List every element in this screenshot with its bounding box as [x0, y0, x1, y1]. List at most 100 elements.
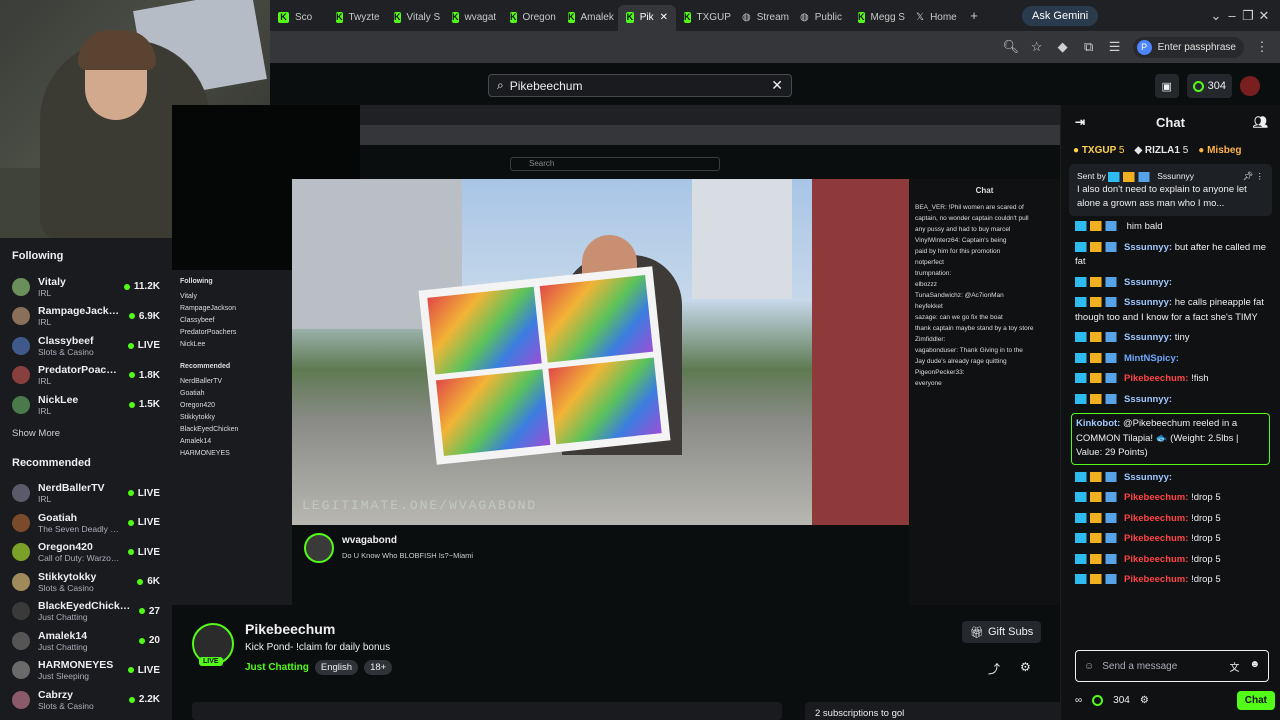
tag-18plus[interactable]: 18+ [364, 660, 393, 675]
chat-username[interactable]: Pikebeechum: [1124, 513, 1188, 524]
user-avatar[interactable] [1240, 76, 1260, 96]
chat-username[interactable]: Pikebeechum: [1124, 492, 1188, 503]
streamer-name[interactable]: Pikebeechum [245, 621, 335, 637]
gift-subs-button[interactable]: 🎁︎ Gift Subs [962, 621, 1042, 643]
bot-message[interactable]: Kinkobot: @Pikebeechum reeled in a COMMO… [1071, 413, 1270, 465]
sidebar-channel[interactable]: Goatiah The Seven Deadly Si... LIVE [12, 508, 160, 538]
gifter-3[interactable]: ● Misbeg [1198, 145, 1241, 156]
browser-tab[interactable]: K Pik ✕ [618, 4, 676, 31]
ask-gemini-button[interactable]: Ask Gemini [1022, 5, 1099, 26]
chat-message[interactable]: Sssunnyy: but after he called me fat [1075, 241, 1270, 270]
tag-english[interactable]: English [314, 660, 359, 675]
sidebar-channel[interactable]: BlackEyedChicken Just Chatting 27 [12, 597, 160, 627]
sidebar-channel[interactable]: RampageJackson IRL 6.9K [12, 302, 160, 332]
chat-username[interactable]: Sssunnyy: [1124, 297, 1172, 308]
chat-username[interactable]: Pikebeechum: [1124, 554, 1188, 565]
browser-tab[interactable]: K Megg S [850, 5, 908, 31]
chat-settings-icon[interactable]: ⚙ [1140, 695, 1149, 706]
chat-message[interactable]: Sssunnyy: he calls pineapple fat though … [1075, 296, 1270, 325]
chat-message[interactable]: Sssunnyy: [1075, 393, 1270, 408]
sidebar-channel[interactable]: SoulTravels57 [12, 715, 160, 720]
chat-username[interactable]: Sssunnyy: [1124, 332, 1172, 343]
chat-username[interactable]: Sssunnyy: [1124, 472, 1172, 483]
sidebar-channel[interactable]: Oregon420 Call of Duty: Warzone LIVE [12, 538, 160, 568]
gifter-1[interactable]: ● TXGUP 5 [1073, 145, 1124, 156]
browser-tab[interactable]: ◍ Stream [734, 5, 792, 31]
video-player[interactable]: Search Following Vitaly RampageJackson C… [172, 105, 1060, 605]
emoji-icon[interactable]: ☻ [1249, 659, 1260, 674]
chat-message[interactable]: him bald [1075, 220, 1270, 235]
extension-icon[interactable]: ◆ [1055, 39, 1071, 55]
chat-username[interactable]: Sssunnyy: [1124, 277, 1172, 288]
bookmark-star-icon[interactable]: ☆ [1029, 39, 1045, 55]
sidebar-channel[interactable]: NickLee IRL 1.5K [12, 390, 160, 420]
show-more-link[interactable]: Show More [12, 428, 160, 439]
chat-username[interactable]: MintNSpicy: [1124, 353, 1179, 364]
chat-input[interactable]: ☺ Send a message 文 ☻ [1075, 650, 1269, 682]
browser-tab[interactable]: K Twyzte [328, 5, 386, 31]
chat-message[interactable]: Sssunnyy: tiny [1075, 331, 1270, 346]
infinity-icon[interactable]: ∞ [1075, 695, 1082, 706]
maximize-icon[interactable]: ❐ [1240, 8, 1256, 24]
chat-username[interactable]: Kinkobot: [1076, 418, 1120, 429]
kick-favicon-icon: K [336, 12, 343, 23]
clear-search-icon[interactable]: ✕ [771, 77, 783, 94]
library-icon[interactable]: ▣ [1154, 74, 1179, 98]
chat-username[interactable]: Sssunnyy: [1124, 242, 1172, 253]
browser-tab[interactable]: Kwvagat [444, 5, 502, 31]
new-tab-icon[interactable]: + [966, 8, 982, 24]
collapse-chat-icon[interactable]: ⇥ [1075, 115, 1085, 129]
gifter-2[interactable]: ◆ RIZLA1 5 [1134, 145, 1188, 156]
browser-tab[interactable]: K Amalek [560, 5, 618, 31]
kick-coins-button[interactable]: 304 [1186, 74, 1232, 98]
chat-username[interactable]: Pikebeechum: [1124, 533, 1188, 544]
chat-message[interactable]: Pikebeechum: !fish [1075, 372, 1270, 387]
search-bar[interactable]: ⌕ Pikebeechum ✕ [488, 74, 792, 97]
sidebar-channel[interactable]: NerdBallerTV IRL LIVE [12, 479, 160, 509]
browser-tab[interactable]: K Sco [270, 5, 328, 31]
chat-message[interactable]: MintNSpicy: [1075, 352, 1270, 367]
pinned-message[interactable]: Sent by Sssunnyy 📌︎ ⋮ I also don't need … [1069, 164, 1272, 216]
sidebar-channel[interactable]: Classybeef Slots & Casino LIVE [12, 331, 160, 361]
browser-tab[interactable]: K Vitaly S [386, 5, 444, 31]
translate-icon[interactable]: 文 [1229, 659, 1239, 674]
stream-category[interactable]: Just Chatting [245, 662, 309, 673]
chat-username[interactable]: Pikebeechum: [1124, 574, 1188, 585]
share-icon[interactable]: ⤴ [988, 660, 1000, 677]
sidebar-channel[interactable]: HARMONEYES Just Sleeping LIVE [12, 656, 160, 686]
sidebar-channel[interactable]: Cabrzy Slots & Casino 2.2K [12, 685, 160, 715]
close-window-icon[interactable]: ✕ [1256, 8, 1272, 24]
chat-send-button[interactable]: Chat [1236, 690, 1275, 710]
chat-message[interactable]: Pikebeechum: !drop 5 [1075, 553, 1270, 568]
inner-stream-title: Do U Know Who BLOBFISH Is?~Miami [342, 551, 474, 560]
zoom-icon[interactable]: 🔍︎ [1003, 39, 1020, 55]
settings-sliders-icon[interactable]: ⚙ [1020, 660, 1031, 677]
puzzle-icon[interactable]: ⧉ [1081, 39, 1097, 55]
search-input[interactable]: Pikebeechum [510, 79, 583, 93]
close-tab-icon[interactable]: ✕ [660, 12, 668, 23]
chat-message[interactable]: Pikebeechum: !drop 5 [1075, 512, 1270, 527]
chat-users-icon[interactable]: 👥︎ [1253, 115, 1268, 129]
sidebar-channel[interactable]: Vitaly IRL 11.2K [12, 272, 160, 302]
chat-message[interactable]: Sssunnyy: [1075, 276, 1270, 291]
browser-tab[interactable]: K TXGUP [676, 5, 734, 31]
browser-tab[interactable]: ◍ Public [792, 5, 850, 31]
emote-icon[interactable]: ☺ [1084, 661, 1094, 672]
sidebar-channel[interactable]: PredatorPoachers IRL 1.8K [12, 361, 160, 391]
passphrase-button[interactable]: P Enter passphrase [1132, 36, 1244, 58]
sidebar-channel[interactable]: Amalek14 Just Chatting 20 [12, 626, 160, 656]
chat-message[interactable]: Pikebeechum: !drop 5 [1075, 532, 1270, 547]
chat-username[interactable]: Pikebeechum: [1124, 373, 1188, 384]
minimize-icon[interactable]: – [1224, 8, 1240, 24]
more-menu-icon[interactable]: ⋮ [1254, 39, 1270, 55]
browser-tab[interactable]: K Oregon [502, 5, 560, 31]
chat-message[interactable]: Sssunnyy: [1075, 471, 1270, 486]
pin-icon[interactable]: 📌︎ ⋮ [1242, 169, 1264, 183]
chat-username[interactable]: Sssunnyy: [1124, 394, 1172, 405]
browser-tab[interactable]: 𝕏 Home [908, 5, 966, 31]
chat-message[interactable]: Pikebeechum: !drop 5 [1075, 491, 1270, 506]
media-controls-icon[interactable]: ☰ [1107, 39, 1123, 55]
chevron-down-icon[interactable]: ⌄ [1208, 8, 1224, 24]
chat-message[interactable]: Pikebeechum: !drop 5 [1075, 573, 1270, 588]
sidebar-channel[interactable]: Stikkytokky Slots & Casino 6K [12, 567, 160, 597]
